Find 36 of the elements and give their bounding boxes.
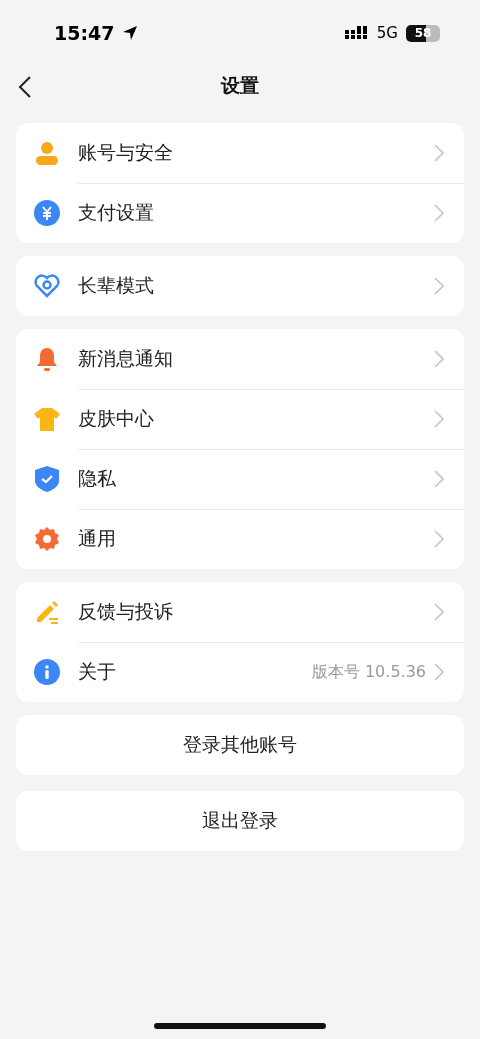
account-button[interactable]: 登录其他账号 (16, 715, 464, 775)
chevron-icon (434, 204, 444, 222)
heart-icon (34, 274, 60, 298)
setting-label[interactable]: 关于 (78, 659, 312, 685)
setting-label[interactable]: 反馈与投诉 (78, 599, 434, 625)
network-type: 5G (376, 24, 398, 42)
setting-label[interactable]: 隐私 (78, 466, 434, 492)
bell-icon (35, 346, 59, 372)
page-title: 设置 (221, 73, 259, 98)
setting-label[interactable]: 支付设置 (78, 200, 434, 226)
status-time: 15:47 (54, 22, 115, 44)
setting-label[interactable]: 账号与安全 (78, 140, 434, 166)
shirt-icon (33, 406, 61, 432)
chevron-icon (434, 470, 444, 488)
yuan-icon (34, 200, 60, 226)
setting-label[interactable]: 新消息通知 (78, 346, 434, 372)
version-text: 版本号 10.5.36 (311, 661, 426, 683)
pencil-icon (34, 599, 60, 625)
chevron-icon (434, 144, 444, 162)
setting-label[interactable]: 皮肤中心 (78, 406, 434, 432)
signal-icon (344, 26, 369, 40)
chevron-icon (434, 277, 444, 295)
chevron-icon (434, 410, 444, 428)
info-icon (34, 659, 60, 685)
settings-icon (34, 526, 60, 552)
chevron-icon (434, 603, 444, 621)
setting-label[interactable]: 长辈模式 (78, 273, 434, 299)
chevron-icon (434, 530, 444, 548)
shield-check-icon (34, 465, 60, 493)
back-icon[interactable] (18, 75, 32, 99)
location-arrow-icon (122, 25, 139, 41)
setting-label[interactable]: 通用 (78, 526, 434, 552)
account-button[interactable]: 退出登录 (16, 791, 464, 851)
chevron-icon (434, 663, 444, 681)
person-icon (34, 140, 60, 166)
chevron-icon (434, 350, 444, 368)
